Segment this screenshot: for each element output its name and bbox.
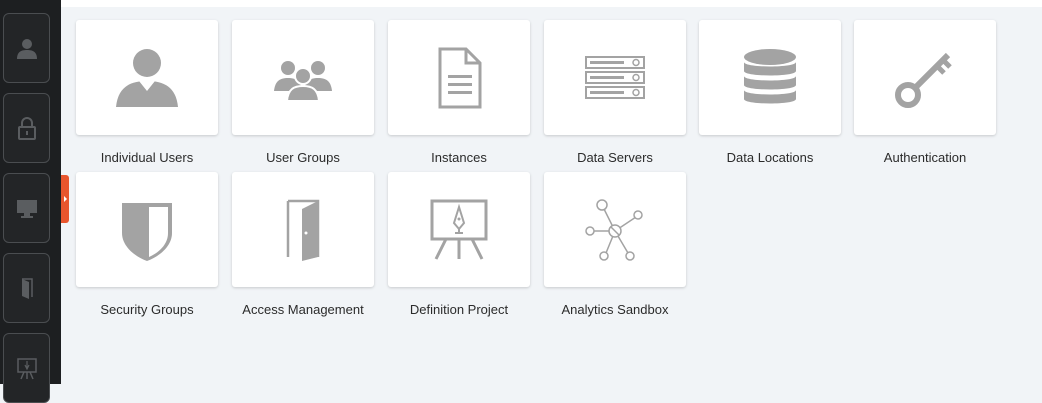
user-icon bbox=[16, 39, 37, 59]
tile-label[interactable]: Data Servers bbox=[530, 150, 700, 165]
sidebar bbox=[0, 0, 61, 403]
presentation-icon bbox=[430, 199, 488, 260]
tile-label[interactable]: Security Groups bbox=[62, 302, 232, 317]
tile-user-groups[interactable] bbox=[232, 20, 374, 135]
sidebar-item-instances[interactable] bbox=[3, 173, 50, 243]
tile-instances[interactable] bbox=[388, 20, 530, 135]
sidebar-item-security[interactable] bbox=[3, 93, 50, 163]
tile-definition-project[interactable] bbox=[388, 172, 530, 287]
tile-label[interactable]: Analytics Sandbox bbox=[530, 302, 700, 317]
sidebar-item-access[interactable] bbox=[3, 253, 50, 323]
tile-individual-users[interactable] bbox=[76, 20, 218, 135]
tile-label[interactable]: Access Management bbox=[218, 302, 388, 317]
user-icon bbox=[116, 48, 178, 107]
tile-access-management[interactable] bbox=[232, 172, 374, 287]
sidebar-item-users[interactable] bbox=[3, 13, 50, 83]
network-icon bbox=[585, 198, 643, 261]
monitor-icon bbox=[16, 200, 37, 218]
tile-label[interactable]: Instances bbox=[374, 150, 544, 165]
lock-icon bbox=[17, 117, 36, 140]
tile-label[interactable]: Definition Project bbox=[374, 302, 544, 317]
database-icon bbox=[744, 48, 796, 103]
shield-icon bbox=[122, 202, 172, 261]
door-icon bbox=[286, 199, 320, 261]
sidebar-item-projects[interactable] bbox=[3, 333, 50, 403]
server-icon bbox=[585, 55, 645, 99]
key-icon bbox=[895, 52, 952, 108]
tile-analytics-sandbox[interactable] bbox=[544, 172, 686, 287]
tile-label[interactable]: Individual Users bbox=[62, 150, 232, 165]
sidebar-toggle-tab[interactable] bbox=[61, 175, 69, 223]
top-strip bbox=[61, 0, 1042, 7]
presentation-icon bbox=[16, 358, 37, 380]
tile-label[interactable]: Data Locations bbox=[685, 150, 855, 165]
tile-label[interactable]: Authentication bbox=[840, 150, 1010, 165]
tile-authentication[interactable] bbox=[854, 20, 996, 135]
tile-data-locations[interactable] bbox=[699, 20, 841, 135]
door-icon bbox=[21, 278, 33, 299]
tile-label[interactable]: User Groups bbox=[218, 150, 388, 165]
tile-data-servers[interactable] bbox=[544, 20, 686, 135]
user-group-icon bbox=[274, 60, 332, 102]
tile-security-groups[interactable] bbox=[76, 172, 218, 287]
document-icon bbox=[438, 47, 482, 108]
